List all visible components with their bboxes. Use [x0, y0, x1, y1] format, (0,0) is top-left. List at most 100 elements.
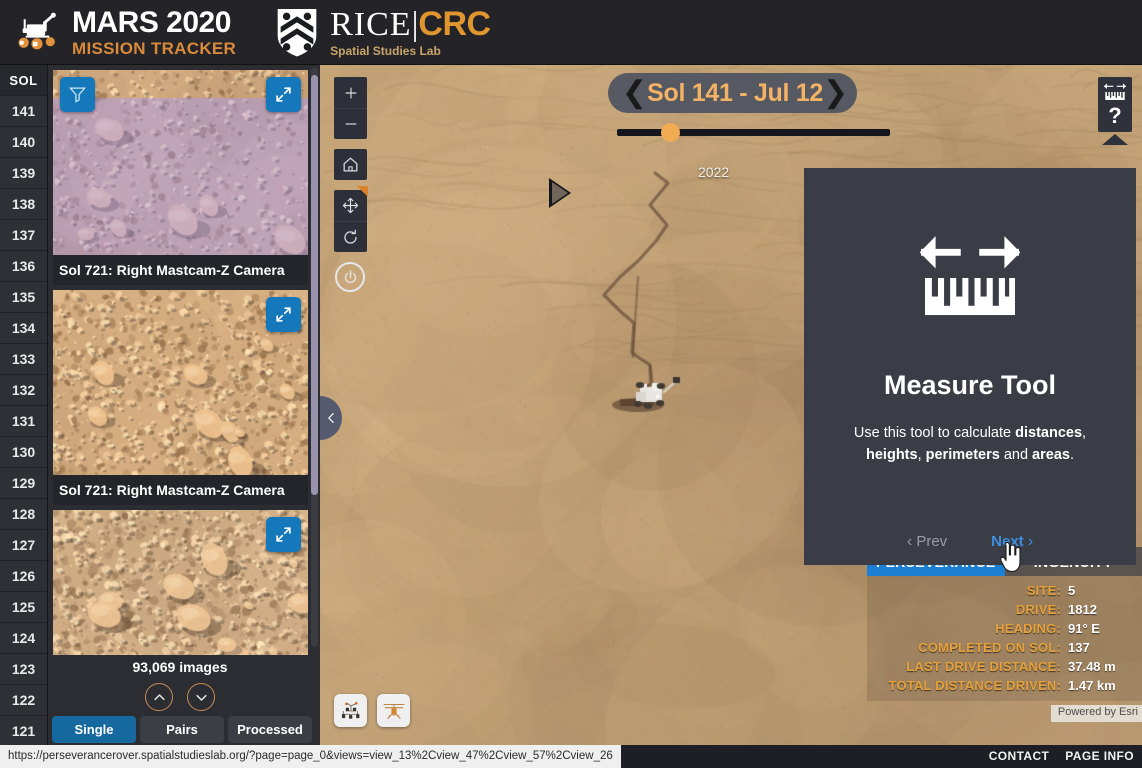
helicopter-layer-icon[interactable] [377, 694, 410, 727]
prev-chevron-icon: ‹ [906, 533, 913, 550]
dialog-sep-3: and [999, 446, 1033, 463]
power-icon [344, 269, 356, 283]
sol-item[interactable]: 123 [0, 653, 47, 684]
minus-icon [345, 123, 356, 125]
sol-item[interactable]: 127 [0, 529, 47, 560]
sol-item[interactable]: 125 [0, 591, 47, 622]
image-nav-arrows [48, 683, 312, 711]
sol-next-button[interactable]: ❯ [823, 78, 848, 108]
zoom-in-button[interactable] [334, 77, 367, 108]
status-links[interactable]: CONTACT PAGE INFO [989, 745, 1134, 768]
sol-item[interactable]: 136 [0, 250, 47, 281]
image-mode-tabs[interactable]: Single Pairs Processed [52, 716, 312, 743]
rover-info-label: TOTAL DISTANCE DRIVEN: [888, 678, 1061, 693]
measure-tool-dialog: Measure Tool Use this tool to calculate … [804, 168, 1136, 565]
sol-item[interactable]: 126 [0, 560, 47, 591]
timeline-year-label: 2022 [698, 164, 730, 180]
sol-item[interactable]: 137 [0, 219, 47, 250]
timeline-track[interactable] [617, 123, 890, 142]
zoom-out-button[interactable] [334, 108, 367, 139]
sol-item[interactable]: 133 [0, 343, 47, 374]
sol-item[interactable]: 140 [0, 126, 47, 157]
crc-word: CRC [418, 5, 491, 43]
home-icon [343, 157, 358, 172]
sol-item[interactable]: 124 [0, 622, 47, 653]
scrollbar-thumb[interactable] [311, 75, 318, 495]
rover-info-row: TOTAL DISTANCE DRIVEN: 1.47 km [867, 676, 1134, 695]
rover-info-label: COMPLETED ON SOL: [918, 640, 1061, 655]
image-list[interactable]: Sol 721: Right Mastcam-Z Camera Sol 721:… [48, 65, 312, 655]
list-item[interactable]: Sol 721: Right Mastcam-Z Camera [53, 70, 312, 285]
plus-icon [345, 87, 356, 98]
measure-tool-icon[interactable] [1103, 82, 1127, 102]
chevron-left-icon [327, 413, 334, 423]
mission-title: MARS 2020 MISSION TRACKER [72, 7, 236, 57]
sol-column[interactable]: SOL 141 140 139 138 137 136 135 134 133 132 131 130… [0, 65, 48, 745]
timeline-knob[interactable] [661, 123, 680, 142]
dialog-kw-perimeters: perimeters [925, 446, 1000, 463]
image-panel-scrollbar[interactable] [311, 67, 318, 647]
dialog-body-prefix: Use this tool to calculate [853, 425, 1016, 441]
image-mode-tab[interactable]: Single [52, 716, 136, 743]
sol-item[interactable]: 138 [0, 188, 47, 219]
sol-item[interactable]: 122 [0, 684, 47, 715]
sol-item[interactable]: 121 [0, 715, 47, 745]
chevron-down-icon[interactable] [187, 683, 215, 711]
image-mode-tab[interactable]: Processed [228, 716, 312, 743]
expand-icon[interactable] [266, 517, 301, 552]
sol-prev-button[interactable]: ❮ [622, 78, 647, 108]
rover-info-label: LAST DRIVE DISTANCE: [906, 659, 1061, 674]
rotate-button[interactable] [334, 221, 367, 252]
dialog-prev-button[interactable]: ‹ Prev [907, 533, 947, 551]
status-link[interactable]: PAGE INFO [1065, 745, 1134, 768]
chevron-up-icon[interactable] [145, 683, 173, 711]
filter-glyph [68, 87, 87, 103]
rover-info-value: 1812 [1068, 602, 1097, 617]
expand-icon[interactable] [266, 297, 301, 332]
sol-item[interactable]: 134 [0, 312, 47, 343]
help-button[interactable]: ? [1108, 102, 1121, 130]
list-item[interactable] [53, 510, 312, 655]
navigate-controls [334, 186, 368, 252]
rice-subtitle: Spatial Studies Lab [330, 44, 441, 58]
rotate-icon [344, 229, 357, 244]
dialog-sep-2: , [917, 446, 926, 463]
expand-glyph [276, 307, 291, 322]
sol-item[interactable]: 141 [0, 95, 47, 126]
rover-photo[interactable] [53, 290, 308, 475]
sol-item[interactable]: 129 [0, 467, 47, 498]
rover-layer-icon[interactable] [334, 694, 367, 727]
power-button[interactable] [335, 262, 365, 292]
home-control [334, 149, 367, 180]
next-chevron-icon: › [1027, 533, 1034, 550]
image-mode-tab[interactable]: Pairs [140, 716, 224, 743]
rover-info-label: HEADING: [995, 621, 1061, 636]
rover-info-value: 37.48 m [1068, 659, 1116, 674]
dialog-icon [913, 233, 1027, 328]
sol-item[interactable]: 131 [0, 405, 47, 436]
app-root: MARS 2020 MISSION TRACKER RICE|CRC Spati… [0, 0, 1142, 768]
home-button[interactable] [334, 149, 367, 180]
play-icon [552, 182, 568, 204]
rover-info-label: DRIVE: [1015, 602, 1061, 617]
list-item[interactable]: Sol 721: Right Mastcam-Z Camera [53, 290, 312, 505]
pan-button[interactable] [334, 190, 367, 221]
map-view[interactable]: ? ❮ Sol 141 - Jul 12 ❯ 2022 Measure Tool… [320, 65, 1142, 745]
sol-item[interactable]: 135 [0, 281, 47, 312]
sol-label: Sol 141 - Jul 12 [647, 78, 823, 107]
sol-selector[interactable]: ❮ Sol 141 - Jul 12 ❯ [608, 73, 857, 113]
sol-item[interactable]: 128 [0, 498, 47, 529]
filter-icon[interactable] [60, 77, 95, 112]
rover-info-value: 137 [1068, 640, 1090, 655]
sol-list[interactable]: 141 140 139 138 137 136 135 134 133 132 131 130 129 1… [0, 95, 47, 745]
sol-item[interactable]: 132 [0, 374, 47, 405]
rice-crc-wordmark: RICE|CRC Spatial Studies Lab [330, 5, 491, 58]
status-link[interactable]: CONTACT [989, 745, 1050, 768]
rover-photo[interactable] [53, 70, 308, 255]
sol-column-header: SOL [0, 65, 47, 95]
sol-item[interactable]: 139 [0, 157, 47, 188]
rover-photo[interactable] [53, 510, 308, 655]
expand-icon[interactable] [266, 77, 301, 112]
rover-info-row: SITE: 5 [867, 581, 1134, 600]
sol-item[interactable]: 130 [0, 436, 47, 467]
